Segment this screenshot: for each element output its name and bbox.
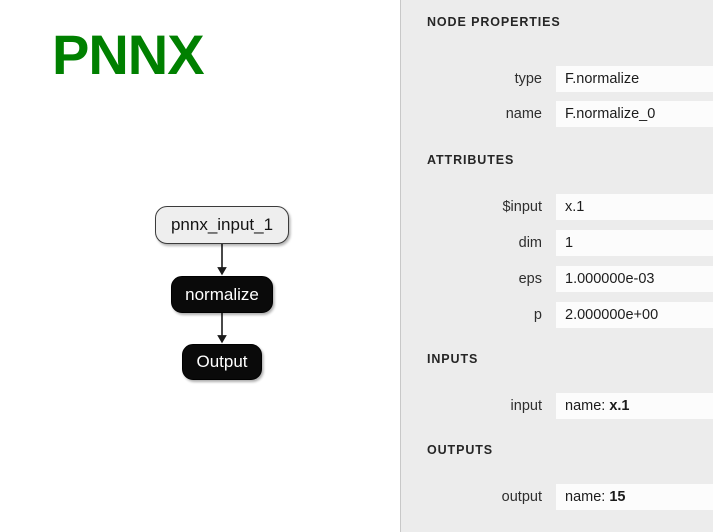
attribute-row-dim: dim 1 <box>401 230 713 256</box>
attribute-value-p[interactable]: 2.000000e+00 <box>556 302 713 328</box>
attribute-value-eps[interactable]: 1.000000e-03 <box>556 266 713 292</box>
output-value[interactable]: name: 15 <box>556 484 713 510</box>
section-header-outputs: OUTPUTS <box>427 443 494 457</box>
property-value-name[interactable]: F.normalize_0 <box>556 101 713 127</box>
output-label: output <box>501 489 542 505</box>
output-value-name: 15 <box>609 489 626 505</box>
property-row-name: name F.normalize_0 <box>401 101 713 127</box>
attribute-label-input: $input <box>502 199 542 215</box>
attribute-value-input[interactable]: x.1 <box>556 194 713 220</box>
graph-node-normalize[interactable]: normalize <box>171 276 273 313</box>
attribute-row-input: $input x.1 <box>401 194 713 220</box>
input-value-name: x.1 <box>609 398 630 414</box>
input-value-prefix: name: <box>565 398 606 414</box>
input-value[interactable]: name: x.1 <box>556 393 713 419</box>
property-label-name: name <box>505 106 542 122</box>
attribute-label-p: p <box>533 307 542 323</box>
section-header-attributes: ATTRIBUTES <box>427 153 515 167</box>
output-row: output name: 15 <box>401 484 713 510</box>
attribute-label-dim: dim <box>518 235 542 251</box>
input-label: input <box>510 398 542 414</box>
attribute-row-eps: eps 1.000000e-03 <box>401 266 713 292</box>
input-row: input name: x.1 <box>401 393 713 419</box>
graph-node-output[interactable]: Output <box>182 344 262 380</box>
attribute-value-dim[interactable]: 1 <box>556 230 713 256</box>
graph-node-pnnx-input-1[interactable]: pnnx_input_1 <box>155 206 289 244</box>
graph-nodes: pnnx_input_1 normalize Output <box>0 0 400 532</box>
attribute-row-p: p 2.000000e+00 <box>401 302 713 328</box>
property-label-type: type <box>514 71 542 87</box>
section-header-node-properties: NODE PROPERTIES <box>427 15 561 29</box>
node-properties-panel: NODE PROPERTIES type F.normalize name F.… <box>400 0 713 532</box>
property-row-type: type F.normalize <box>401 66 713 92</box>
section-header-inputs: INPUTS <box>427 352 479 366</box>
attribute-label-eps: eps <box>518 271 542 287</box>
property-value-type[interactable]: F.normalize <box>556 66 713 92</box>
pnnx-viewer-window: PNNX pnnx_input_1 normalize Output NODE … <box>0 0 713 532</box>
graph-canvas[interactable]: PNNX pnnx_input_1 normalize Output <box>0 0 400 532</box>
output-value-prefix: name: <box>565 489 606 505</box>
